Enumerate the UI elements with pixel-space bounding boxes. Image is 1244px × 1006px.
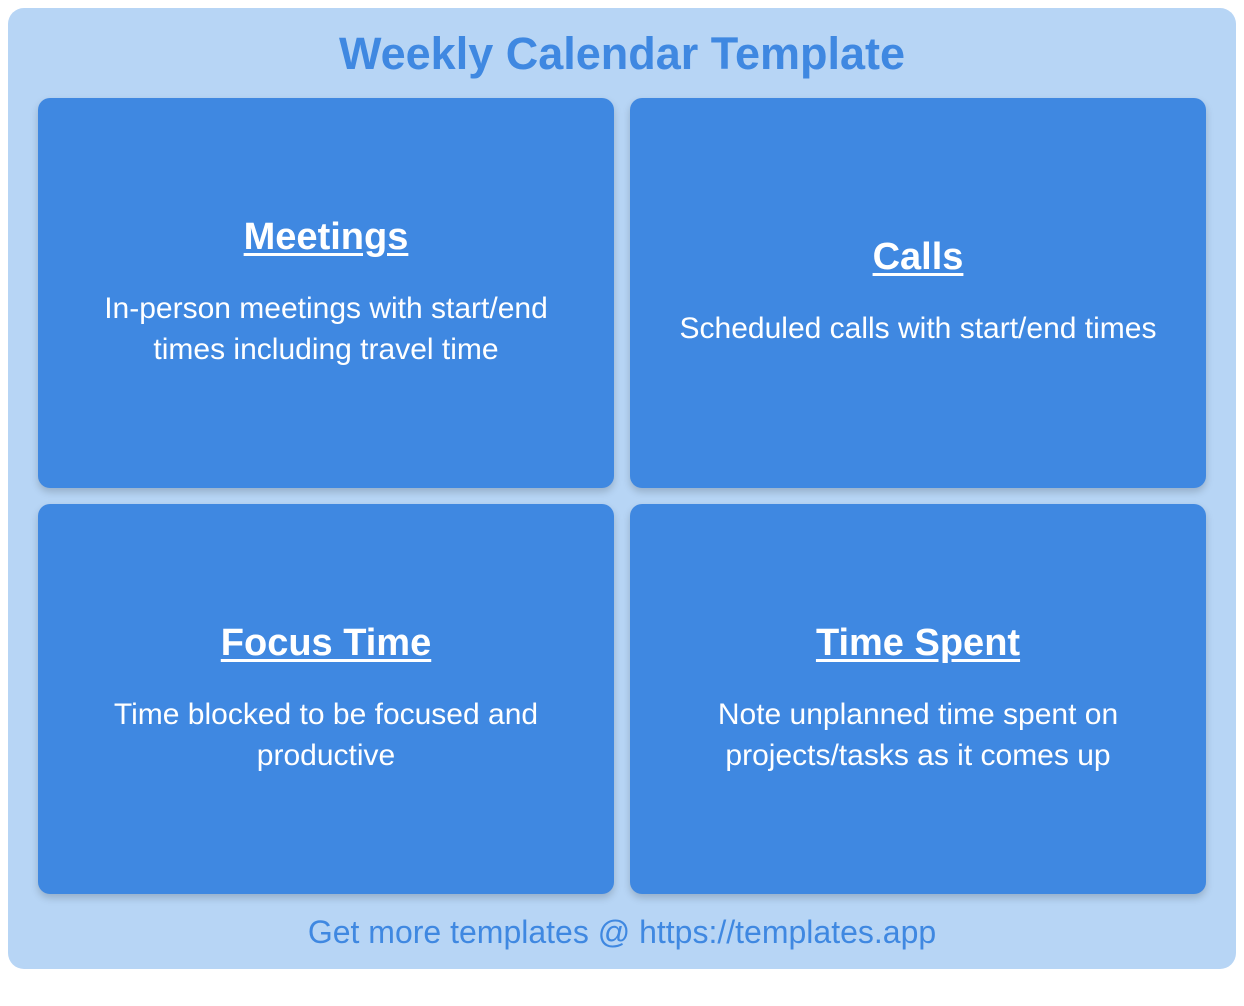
- card-title-focus-time: Focus Time: [221, 622, 431, 665]
- card-desc-meetings: In-person meetings with start/end times …: [73, 289, 579, 370]
- card-calls: Calls Scheduled calls with start/end tim…: [630, 98, 1206, 488]
- card-desc-focus-time: Time blocked to be focused and productiv…: [73, 695, 579, 776]
- card-focus-time: Focus Time Time blocked to be focused an…: [38, 504, 614, 894]
- card-grid: Meetings In-person meetings with start/e…: [38, 98, 1206, 894]
- card-desc-calls: Scheduled calls with start/end times: [680, 309, 1157, 350]
- footer-text: Get more templates @ https://templates.a…: [38, 914, 1206, 951]
- card-title-meetings: Meetings: [244, 216, 409, 259]
- page-title: Weekly Calendar Template: [38, 28, 1206, 80]
- card-time-spent: Time Spent Note unplanned time spent on …: [630, 504, 1206, 894]
- card-desc-time-spent: Note unplanned time spent on projects/ta…: [665, 695, 1171, 776]
- card-meetings: Meetings In-person meetings with start/e…: [38, 98, 614, 488]
- template-container: Weekly Calendar Template Meetings In-per…: [8, 8, 1236, 969]
- card-title-time-spent: Time Spent: [816, 622, 1020, 665]
- card-title-calls: Calls: [873, 236, 964, 279]
